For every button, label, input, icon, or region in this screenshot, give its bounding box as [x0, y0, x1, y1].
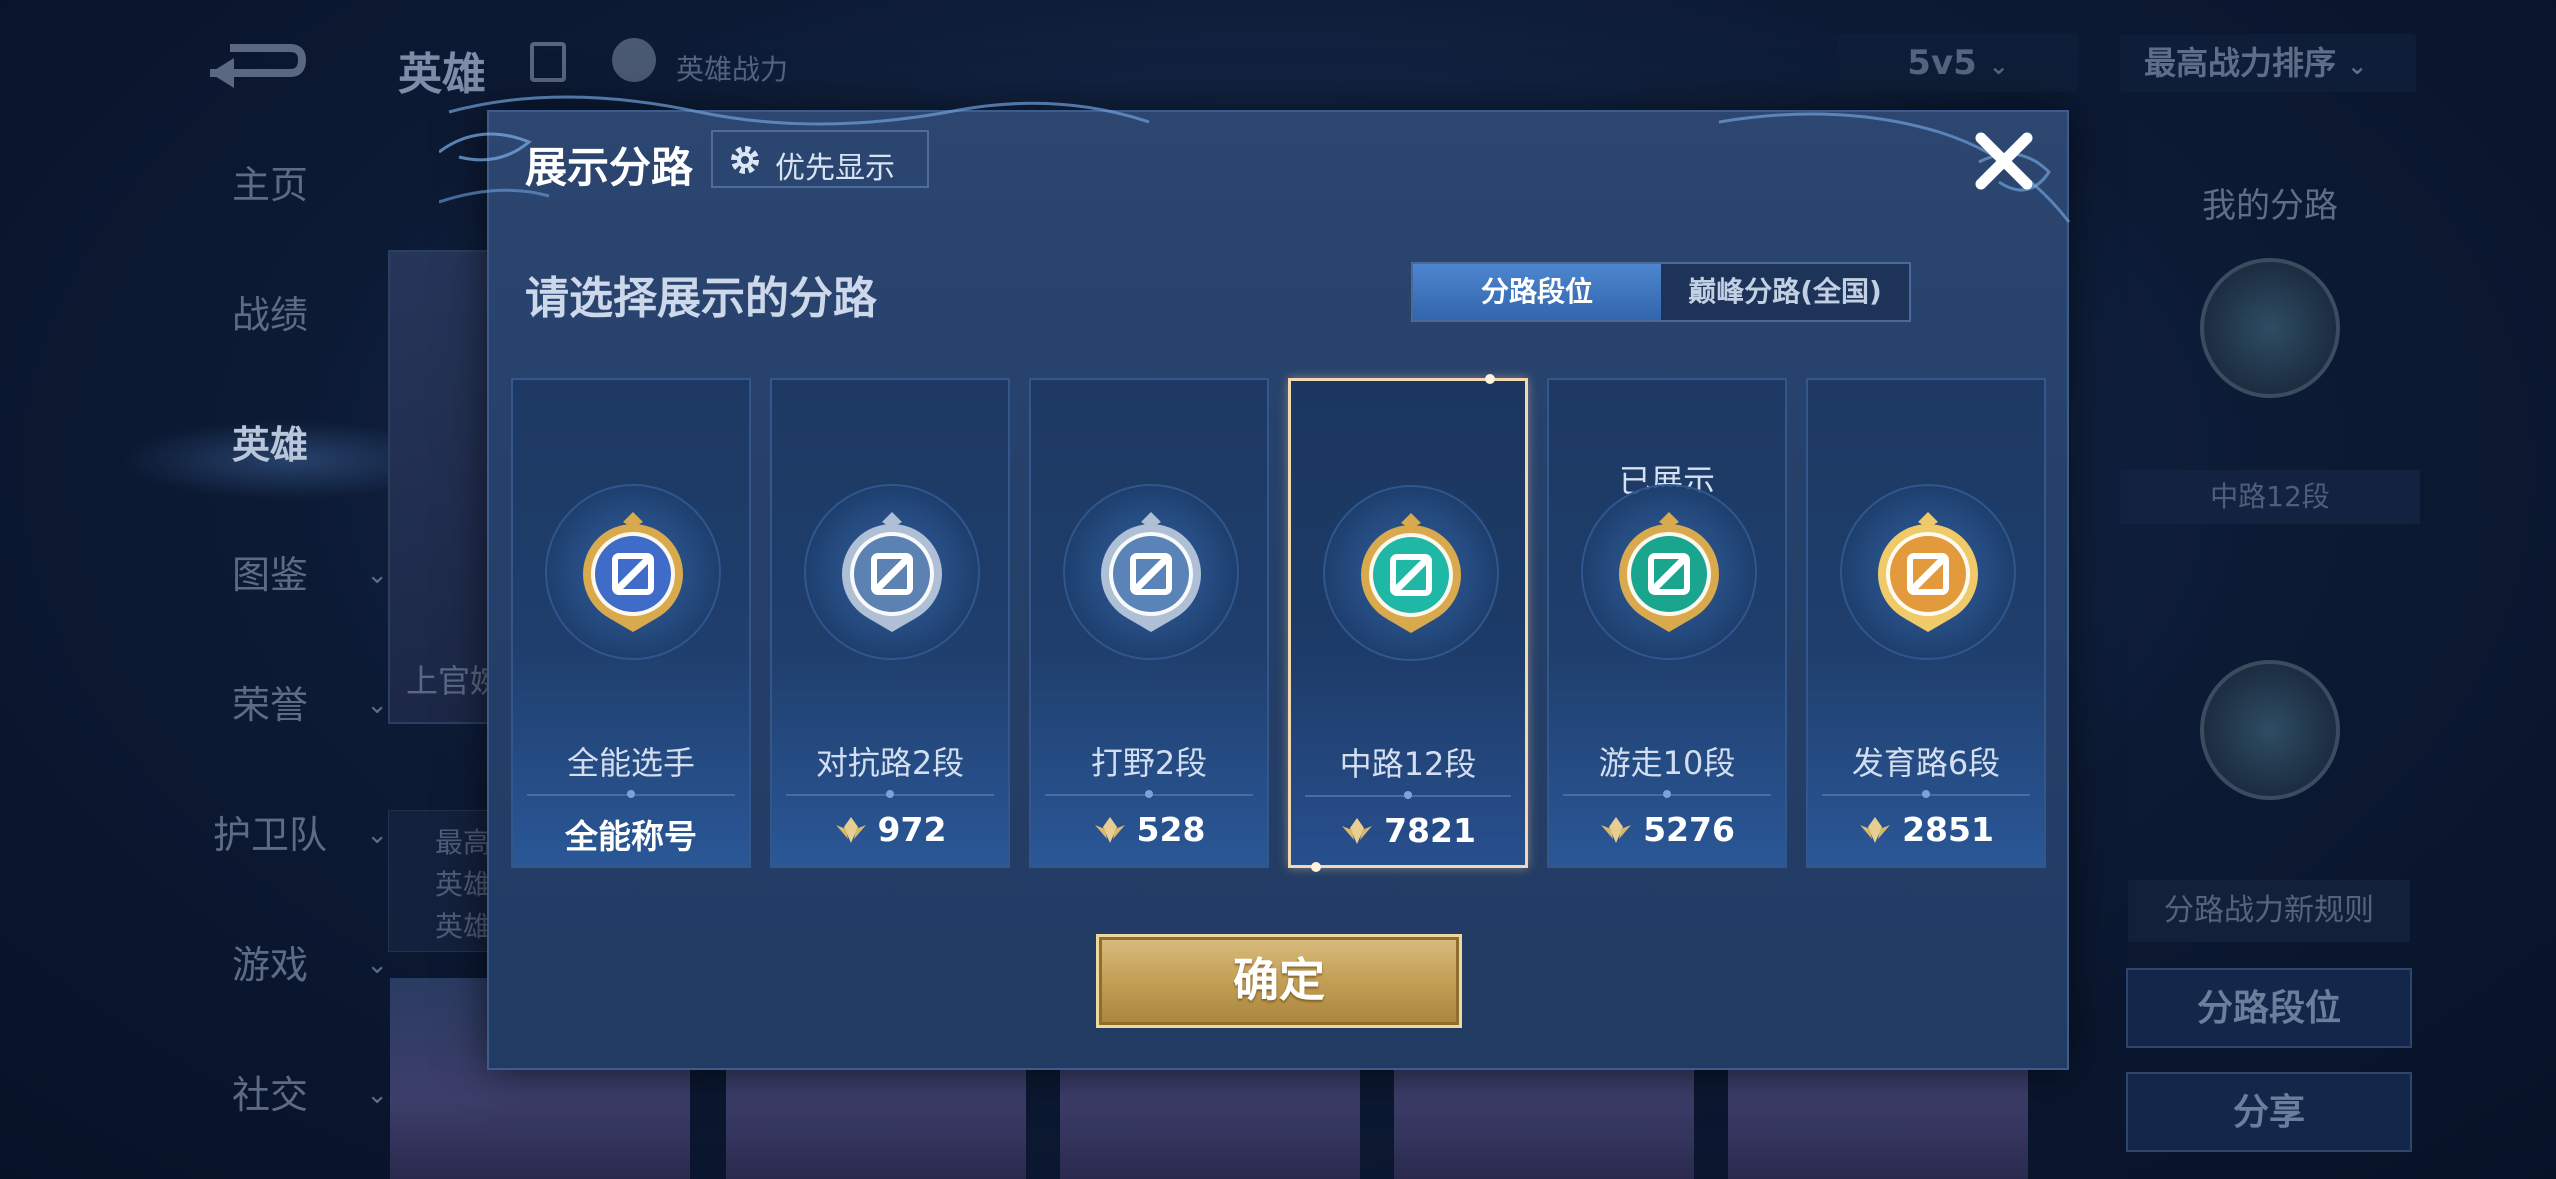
- lane-rank-button[interactable]: 分路段位: [2126, 968, 2412, 1048]
- farm-lane-badge-icon: [1878, 512, 1978, 632]
- hero-info-line: 英雄: [435, 868, 492, 901]
- card-divider: [1563, 790, 1771, 798]
- clash-lane-badge-icon: [842, 512, 942, 632]
- nav-item-game[interactable]: 游戏 ⌄: [150, 930, 390, 1000]
- dialog-title: 展示分路: [525, 143, 694, 192]
- selected-corner-dot: [1311, 862, 1321, 872]
- mode-select[interactable]: 5v5 ⌄: [1838, 34, 2078, 92]
- tab-lane-rank[interactable]: 分路段位: [1413, 264, 1661, 320]
- nav-label: 英雄: [231, 423, 308, 467]
- chevron-down-icon: ⌄: [366, 690, 388, 720]
- lane-name: 打野2段: [1090, 744, 1208, 782]
- chevron-down-icon: ⌄: [2347, 52, 2368, 80]
- lane-rule-button[interactable]: 分路战力新规则: [2128, 880, 2410, 942]
- lane-name: 对抗路2段: [815, 744, 965, 782]
- share-button[interactable]: 分享: [2126, 1072, 2412, 1152]
- lane-name: 游走10段: [1598, 744, 1736, 782]
- my-lane-label: 中路12段: [2120, 470, 2420, 524]
- lane-power-icon: [1601, 817, 1632, 843]
- nav-item-collection[interactable]: 图鉴 ⌄: [150, 540, 390, 610]
- nav-label: 主页: [231, 163, 308, 207]
- gear-icon: [731, 146, 759, 174]
- hero-info-line: 最高: [435, 826, 492, 859]
- lane-value: 528: [1031, 810, 1267, 849]
- confirm-button[interactable]: 确定: [1096, 934, 1462, 1028]
- my-lane-title: 我的分路: [2202, 186, 2338, 226]
- nav-label: 护卫队: [212, 813, 327, 857]
- dialog-subtitle: 请选择展示的分路: [525, 273, 877, 324]
- nav-item-social[interactable]: 社交 ⌄: [150, 1060, 390, 1130]
- lane-card[interactable]: 已展示 游走10段 5276: [1547, 378, 1787, 868]
- back-arrow-icon[interactable]: [190, 28, 310, 98]
- lane-value-text: 7821: [1384, 811, 1476, 850]
- card-divider: [786, 790, 994, 798]
- nav-label: 荣誉: [231, 683, 308, 727]
- hero-power-label: 英雄战力: [676, 53, 789, 86]
- lane-card[interactable]: 发育路6段 2851: [1806, 378, 2046, 868]
- lane-value-text: 2851: [1902, 810, 1994, 849]
- nav-item-guard[interactable]: 护卫队 ⌄: [150, 800, 390, 870]
- nav-item-honor[interactable]: 荣誉 ⌄: [150, 670, 390, 740]
- lane-card[interactable]: 全能选手 全能称号: [511, 378, 751, 868]
- lane-value: 7821: [1291, 811, 1525, 850]
- lane-value: 全能称号: [513, 810, 749, 858]
- chevron-down-icon: ⌄: [366, 1080, 388, 1110]
- hero-info-line: 英雄: [435, 910, 492, 943]
- lane-display-dialog: 展示分路 优先显示 请选择展示的分路 分路段位 巅峰分路(全国) 全能选手全能称…: [439, 95, 2071, 1070]
- nav-label: 图鉴: [231, 553, 308, 597]
- lane-value: 5276: [1549, 810, 1785, 849]
- tab-peak-lane[interactable]: 巅峰分路(全国): [1661, 264, 1909, 320]
- lane-power-icon: [835, 817, 866, 843]
- lane-power-icon: [1860, 817, 1891, 843]
- allround-badge-icon: [583, 512, 683, 632]
- lane-value-text: 972: [877, 810, 947, 849]
- chevron-down-icon: ⌄: [366, 820, 388, 850]
- roam-badge-icon: [2200, 660, 2340, 800]
- lane-power-icon: [1342, 818, 1373, 844]
- close-icon[interactable]: [1969, 126, 2039, 196]
- lane-value: 972: [772, 810, 1008, 849]
- hero-power-icon: [612, 38, 656, 82]
- lane-card[interactable]: 中路12段 7821: [1288, 374, 1528, 872]
- nav-label: 游戏: [231, 943, 308, 987]
- chevron-down-icon: ⌄: [1988, 52, 2009, 80]
- mode-value: 5v5: [1907, 43, 1977, 83]
- nav-item-record[interactable]: 战绩: [150, 280, 390, 350]
- card-divider: [1822, 790, 2030, 798]
- sort-select[interactable]: 最高战力排序 ⌄: [2120, 34, 2416, 92]
- nav-item-home[interactable]: 主页: [150, 150, 390, 220]
- lane-value-text: 528: [1136, 810, 1206, 849]
- mid-lane-badge-icon: [1361, 513, 1461, 633]
- lane-value: 2851: [1808, 810, 2044, 849]
- lane-power-icon: [1094, 817, 1125, 843]
- lane-name: 发育路6段: [1851, 744, 2001, 782]
- list-icon[interactable]: [530, 42, 566, 82]
- tab-group: 分路段位 巅峰分路(全国): [1411, 262, 1911, 322]
- roam-badge-icon: [1619, 512, 1719, 632]
- priority-display-button[interactable]: 优先显示: [711, 130, 929, 188]
- chevron-down-icon: ⌄: [366, 560, 388, 590]
- jungle-badge-icon: [1101, 512, 1201, 632]
- lane-card[interactable]: 打野2段 528: [1029, 378, 1269, 868]
- lane-name: 全能选手: [566, 744, 695, 782]
- selected-corner-dot: [1485, 374, 1495, 384]
- nav-label: 战绩: [231, 293, 308, 337]
- mid-lane-badge-icon: [2200, 258, 2340, 398]
- lane-name: 中路12段: [1339, 745, 1477, 783]
- nav-item-heroes[interactable]: 英雄: [150, 410, 390, 480]
- chevron-down-icon: ⌄: [366, 950, 388, 980]
- priority-display-label: 优先显示: [775, 151, 895, 186]
- page-title: 英雄: [398, 49, 486, 100]
- lane-value-text: 全能称号: [565, 817, 697, 856]
- card-divider: [1305, 791, 1511, 799]
- sort-value: 最高战力排序: [2144, 44, 2337, 82]
- nav-label: 社交: [231, 1073, 308, 1117]
- card-divider: [1045, 790, 1253, 798]
- card-divider: [527, 790, 735, 798]
- lane-card[interactable]: 对抗路2段 972: [770, 378, 1010, 868]
- lane-card-list: 全能选手 全能称号 对抗路2段 972 打野2段 528 中路12段 7821 已展示 游走10段…: [511, 374, 2051, 872]
- lane-value-text: 5276: [1643, 810, 1735, 849]
